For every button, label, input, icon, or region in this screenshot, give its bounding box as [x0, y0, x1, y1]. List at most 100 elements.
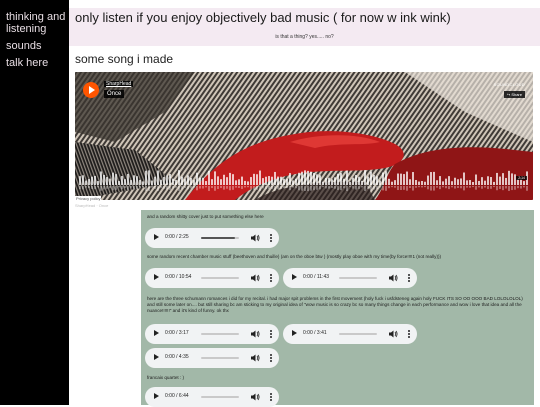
- waveform-reflection: [385, 186, 387, 191]
- waveform-bar: [100, 171, 102, 185]
- waveform-reflection: [79, 186, 81, 190]
- waveform-reflection: [517, 186, 519, 189]
- waveform-reflection: [451, 186, 453, 188]
- waveform-reflection: [139, 186, 141, 188]
- nav-item-thinking-and-listening[interactable]: thinking and listening: [0, 11, 69, 35]
- waveform-reflection: [367, 186, 369, 189]
- waveform-bar: [469, 180, 471, 185]
- waveform-bar: [169, 173, 171, 185]
- audio-player[interactable]: 0:00 / 3:41: [283, 324, 417, 344]
- waveform-bar: [121, 176, 123, 185]
- waveform-bar: [343, 178, 345, 185]
- waveform-reflection: [232, 186, 234, 190]
- waveform-bar: [241, 176, 243, 185]
- seek-bar[interactable]: [201, 396, 239, 398]
- waveform-reflection: [217, 186, 219, 190]
- waveform-bar: [265, 176, 267, 185]
- play-button[interactable]: [83, 82, 99, 98]
- waveform-reflection: [481, 186, 483, 189]
- waveform-bar: [472, 181, 474, 185]
- waveform-bar: [136, 176, 138, 185]
- waveform-reflection: [397, 186, 399, 191]
- audio-time: 0:00 / 6:44: [165, 393, 189, 399]
- audio-time: 0:00 / 10:54: [165, 274, 192, 280]
- waveform-reflection: [256, 186, 258, 190]
- waveform-reflection: [466, 186, 468, 188]
- audio-player[interactable]: 0:00 / 10:54: [145, 268, 279, 288]
- audio-player[interactable]: 0:00 / 6:44: [145, 387, 279, 407]
- seek-bar[interactable]: [201, 333, 239, 335]
- audio-player[interactable]: 0:00 / 3:17: [145, 324, 279, 344]
- seek-bar[interactable]: [201, 237, 239, 239]
- nav-item-sounds[interactable]: sounds: [0, 40, 69, 52]
- more-options-icon[interactable]: [269, 233, 273, 243]
- play-icon[interactable]: [292, 330, 297, 336]
- seek-bar[interactable]: [339, 333, 377, 335]
- waveform-bar: [499, 176, 501, 185]
- waveform-reflection: [199, 186, 201, 189]
- waveform-bar: [355, 174, 357, 185]
- volume-icon[interactable]: [250, 353, 260, 363]
- waveform-reflection: [310, 186, 312, 191]
- waveform-bar: [130, 180, 132, 185]
- more-options-icon[interactable]: [269, 353, 273, 363]
- more-options-icon[interactable]: [269, 273, 273, 283]
- audio-player[interactable]: 0:00 / 11:43: [283, 268, 417, 288]
- privacy-policy-link[interactable]: Privacy policy: [75, 196, 102, 201]
- waveform-reflection: [166, 186, 168, 190]
- play-icon[interactable]: [154, 393, 159, 399]
- waveform-reflection: [283, 186, 285, 189]
- play-icon[interactable]: [154, 354, 159, 360]
- volume-icon[interactable]: [250, 329, 260, 339]
- seek-bar[interactable]: [201, 277, 239, 279]
- more-options-icon[interactable]: [407, 273, 411, 283]
- waveform-reflection: [463, 186, 465, 191]
- more-options-icon[interactable]: [269, 392, 273, 402]
- audio-player[interactable]: 0:00 / 2:25: [145, 228, 279, 248]
- waveform-bar: [85, 180, 87, 185]
- play-icon[interactable]: [154, 330, 159, 336]
- waveform[interactable]: [79, 169, 529, 191]
- waveform-reflection: [337, 186, 339, 190]
- waveform-bar: [451, 181, 453, 185]
- waveform-reflection: [319, 186, 321, 190]
- waveform-reflection: [307, 186, 309, 191]
- waveform-bar: [394, 180, 396, 185]
- audio-player[interactable]: 0:00 / 4:35: [145, 348, 279, 368]
- soundcloud-player[interactable]: SharpHead Once SOUNDCLOUD ↪ Share 2:14: [75, 72, 533, 200]
- waveform-reflection: [253, 186, 255, 190]
- section-title: some song i made: [75, 52, 174, 66]
- nav-item-talk-here[interactable]: talk here: [0, 57, 69, 69]
- artist-link[interactable]: SharpHead: [104, 81, 134, 87]
- more-options-icon[interactable]: [407, 329, 411, 339]
- waveform-bar: [313, 173, 315, 185]
- waveform-bar: [427, 175, 429, 185]
- waveform-reflection: [172, 186, 174, 189]
- volume-icon[interactable]: [250, 392, 260, 402]
- waveform-bar: [352, 177, 354, 185]
- soundcloud-logo-icon[interactable]: SOUNDCLOUD: [494, 82, 525, 87]
- waveform-bar: [331, 179, 333, 185]
- share-button[interactable]: ↪ Share: [503, 91, 525, 98]
- waveform-bar: [295, 178, 297, 185]
- seek-bar[interactable]: [339, 277, 377, 279]
- play-icon[interactable]: [292, 274, 297, 280]
- seek-bar[interactable]: [201, 357, 239, 359]
- waveform-bar: [382, 172, 384, 185]
- waveform-reflection: [193, 186, 195, 188]
- waveform-bar: [154, 176, 156, 185]
- waveform-bar: [286, 179, 288, 185]
- waveform-reflection: [274, 186, 276, 191]
- volume-icon[interactable]: [388, 273, 398, 283]
- play-icon[interactable]: [154, 234, 159, 240]
- waveform-reflection: [103, 186, 105, 190]
- play-icon[interactable]: [154, 274, 159, 280]
- waveform-reflection: [154, 186, 156, 189]
- waveform-bar: [316, 174, 318, 185]
- more-options-icon[interactable]: [269, 329, 273, 339]
- waveform-reflection: [499, 186, 501, 189]
- waveform-reflection: [247, 186, 249, 188]
- volume-icon[interactable]: [250, 233, 260, 243]
- volume-icon[interactable]: [250, 273, 260, 283]
- volume-icon[interactable]: [388, 329, 398, 339]
